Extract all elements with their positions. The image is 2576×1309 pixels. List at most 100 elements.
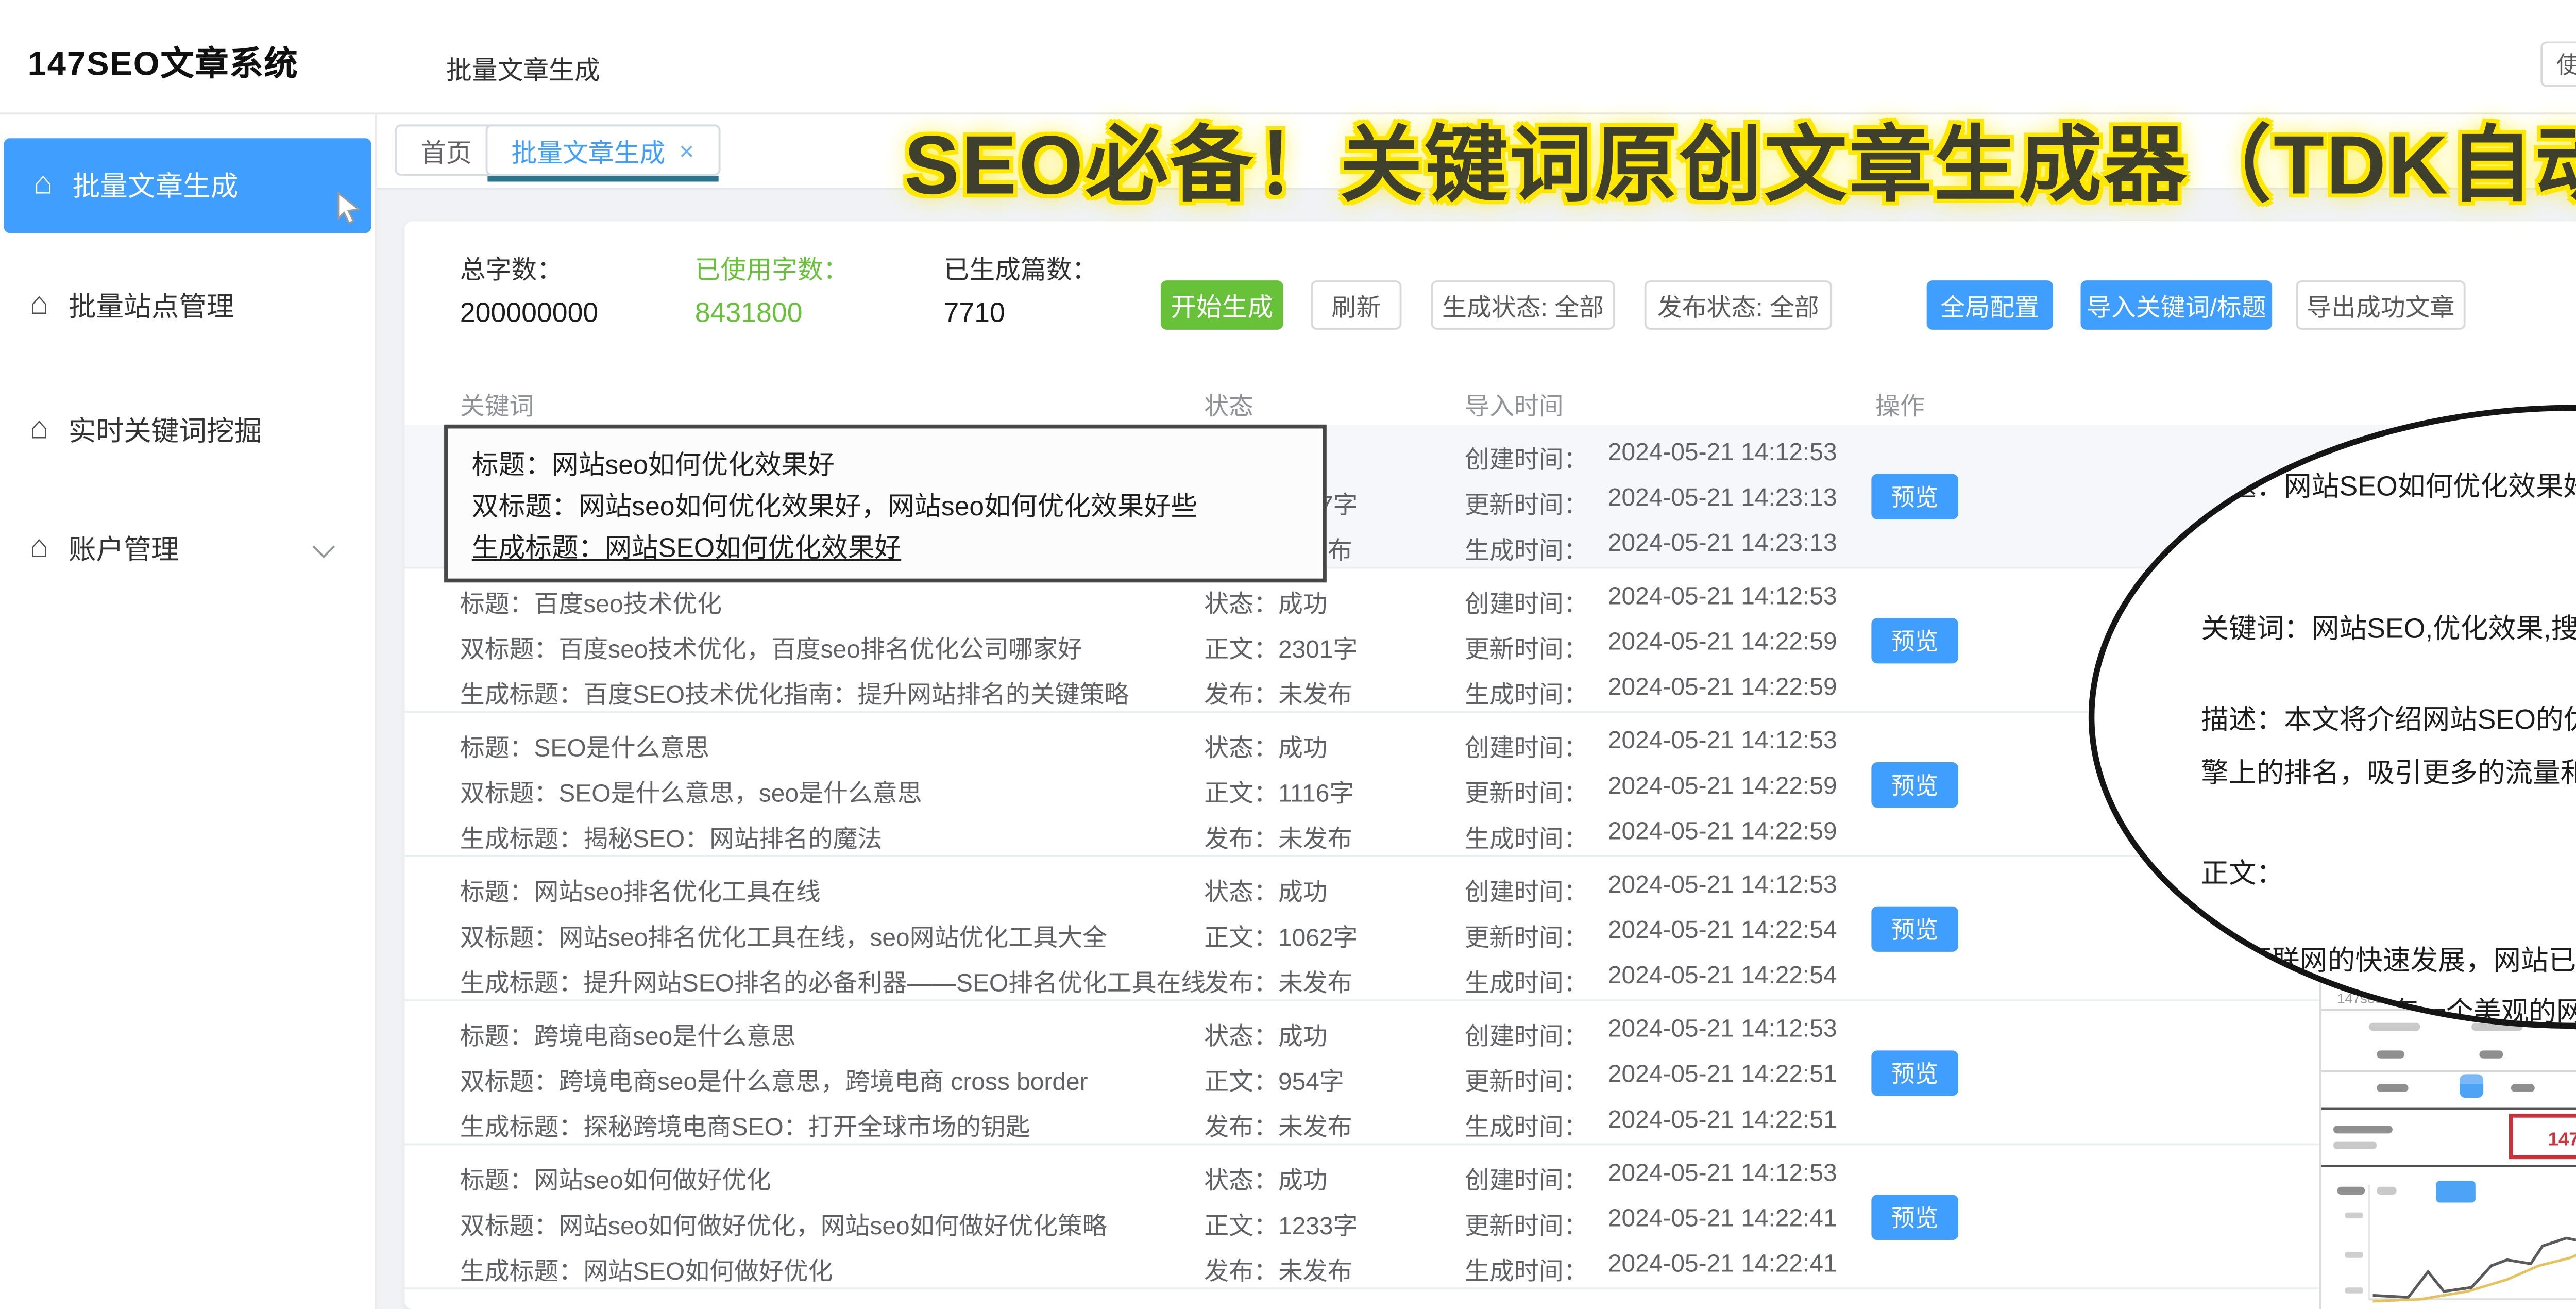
used-words-label: 已使用字数：: [695, 249, 849, 287]
generated-time-label: 生成时间：: [1465, 1106, 1588, 1144]
sidebar-item-keyword-mining[interactable]: ⌂ 实时关键词挖掘: [0, 391, 375, 470]
row-generated-title: 生成标题：探秘跨境电商SEO：打开全球市场的钥匙: [460, 1106, 1030, 1144]
row-publish-status: 发布：未发布: [1204, 674, 1352, 711]
keyword-tooltip: 标题：网站seo如何优化效果好 双标题：网站seo如何优化效果好，网站seo如何…: [444, 425, 1327, 583]
sidebar-item-label: 账户管理: [69, 529, 179, 569]
generated-time-value: 2024-05-21 14:22:41: [1608, 1250, 1837, 1287]
row-double-title: 双标题：跨境电商seo是什么意思，跨境电商 cross border: [460, 1061, 1088, 1098]
sidebar-item-batch-article[interactable]: ⌂ 批量文章生成: [4, 138, 371, 233]
sidebar-item-label: 批量站点管理: [69, 287, 234, 326]
preview-button[interactable]: 预览: [1871, 907, 1958, 952]
generated-time-label: 生成时间：: [1465, 1250, 1588, 1287]
breadcrumb: 批量文章生成: [446, 49, 600, 87]
row-title: 标题：SEO是什么意思: [460, 727, 709, 764]
created-time-value: 2024-05-21 14:12:53: [1608, 1159, 1837, 1197]
generated-time-label: 生成时间：: [1465, 962, 1588, 999]
row-status: 状态：成功: [1204, 871, 1328, 909]
row-generated-title: 生成标题：百度SEO技术优化指南：提升网站排名的关键策略: [460, 674, 1129, 711]
row-word-count: 正文：1116字: [1204, 772, 1354, 810]
updated-time-value: 2024-05-21 14:22:51: [1608, 1061, 1837, 1098]
bubble-keywords: 关键词：网站SEO,优化效果,搜索引擎排名,流量,用户: [2201, 608, 2576, 648]
global-config-button[interactable]: 全局配置: [1927, 280, 2053, 330]
active-tab-indicator: [487, 176, 718, 181]
row-double-title: 双标题：网站seo排名优化工具在线，seo网站优化工具大全: [460, 916, 1107, 954]
preview-button[interactable]: 预览: [1871, 1050, 1958, 1096]
updated-time-value: 2024-05-21 14:22:54: [1608, 916, 1837, 954]
row-generated-title: 生成标题：揭秘SEO：网站排名的魔法: [460, 817, 883, 855]
generated-time-label: 生成时间：: [1465, 674, 1588, 711]
updated-time-label: 更新时间：: [1465, 1204, 1588, 1242]
generated-time-value: 2024-05-21 14:22:59: [1608, 674, 1837, 711]
case-study-screenshot: 147seo官网数据 147SEO官网案例，收录和排名稳定上升: [2319, 981, 2576, 1309]
tab-batch-article[interactable]: 批量文章生成 ×: [486, 124, 720, 176]
sidebar-item-label: 批量文章生成: [73, 166, 239, 206]
start-generate-button[interactable]: 开始生成: [1161, 280, 1283, 330]
used-words-value: 8431800: [695, 296, 803, 328]
tab-label: 批量文章生成: [511, 131, 665, 169]
export-success-button[interactable]: 导出成功文章: [2296, 280, 2466, 330]
row-publish-status: 发布：未发布: [1204, 1106, 1352, 1144]
row-status: 状态：成功: [1204, 582, 1328, 620]
generate-status-select[interactable]: 生成状态: 全部: [1431, 280, 1615, 330]
row-title: 标题：网站seo排名优化工具在线: [460, 871, 821, 909]
created-time-value: 2024-05-21 14:12:53: [1608, 439, 1837, 476]
sidebar-item-label: 实时关键词挖掘: [69, 411, 262, 450]
tooltip-double-title: 双标题：网站seo如何优化效果好，网站seo如何优化效果好些: [472, 486, 1323, 527]
updated-time-value: 2024-05-21 14:22:41: [1608, 1204, 1837, 1242]
tutorial-button[interactable]: 使用教程: [2540, 41, 2576, 87]
total-words-label: 总字数：: [460, 249, 563, 287]
table-row[interactable]: 标题：网站seo如何做好优化 双标题：网站seo如何做好优化，网站seo如何做好…: [404, 1145, 2576, 1289]
bubble-body-label: 正文：: [2201, 853, 2284, 893]
home-icon: ⌂: [29, 533, 48, 565]
preview-button[interactable]: 预览: [1871, 762, 1958, 808]
preview-button[interactable]: 预览: [1871, 1195, 1958, 1240]
row-title: 标题：跨境电商seo是什么意思: [460, 1015, 796, 1052]
preview-button[interactable]: 预览: [1871, 618, 1958, 663]
created-time-value: 2024-05-21 14:12:53: [1608, 727, 1837, 764]
created-time-label: 创建时间：: [1465, 727, 1588, 764]
row-double-title: 双标题：网站seo如何做好优化，网站seo如何做好优化策略: [460, 1204, 1107, 1242]
total-words-value: 200000000: [460, 296, 599, 328]
publish-status-select[interactable]: 发布状态: 全部: [1645, 280, 1832, 330]
generated-count-value: 7710: [944, 296, 1005, 328]
tab-label: 首页: [420, 131, 472, 169]
generated-count-label: 已生成篇数：: [944, 249, 1098, 287]
tooltip-generated-title: 生成标题：网站SEO如何优化效果好: [472, 527, 1323, 568]
row-word-count: 正文：954字: [1204, 1061, 1344, 1098]
sidebar-item-account[interactable]: ⌂ 账户管理: [0, 510, 375, 589]
row-double-title: 双标题：百度seo技术优化，百度seo排名优化公司哪家好: [460, 628, 1082, 665]
home-icon: ⌂: [29, 415, 48, 446]
preview-button[interactable]: 预览: [1871, 474, 1958, 519]
col-header-import-time: 导入时间: [1465, 385, 1564, 423]
import-keywords-button[interactable]: 导入关键词/标题: [2081, 280, 2273, 330]
generated-time-value: 2024-05-21 14:22:54: [1608, 962, 1837, 999]
chevron-down-icon: [313, 536, 335, 558]
created-time-value: 2024-05-21 14:12:53: [1608, 582, 1837, 620]
refresh-button[interactable]: 刷新: [1311, 280, 1401, 330]
row-word-count: 正文：2301字: [1204, 628, 1358, 665]
updated-time-value: 2024-05-21 14:23:13: [1608, 484, 1837, 522]
created-time-label: 创建时间：: [1465, 1015, 1588, 1052]
bar-chart-icon: [2460, 1074, 2483, 1098]
col-header-action: 操作: [1875, 385, 1925, 423]
row-publish-status: 发布：未发布: [1204, 1250, 1352, 1287]
sidebar-item-batch-site[interactable]: ⌂ 批量站点管理: [0, 266, 375, 345]
table-row[interactable]: 标题：跨境电商seo是什么意思 双标题：跨境电商seo是什么意思，跨境电商 cr…: [404, 1001, 2576, 1146]
generated-time-label: 生成时间：: [1465, 817, 1588, 855]
created-time-label: 创建时间：: [1465, 582, 1588, 620]
sidebar: ⌂ 批量文章生成 ⌂ 批量站点管理 ⌂ 实时关键词挖掘 ⌂ 账户管理: [0, 112, 377, 1309]
generated-time-value: 2024-05-21 14:22:59: [1608, 817, 1837, 855]
updated-time-value: 2024-05-21 14:22:59: [1608, 772, 1837, 810]
updated-time-label: 更新时间：: [1465, 484, 1588, 522]
row-word-count: 正文：1062字: [1204, 916, 1358, 954]
generated-time-value: 2024-05-21 14:23:13: [1608, 529, 1837, 567]
tab-home[interactable]: 首页: [395, 124, 497, 176]
close-icon[interactable]: ×: [679, 137, 694, 163]
trend-line-chart: [2341, 1181, 2576, 1309]
row-title: 标题：百度seo技术优化: [460, 582, 722, 620]
col-header-keyword: 关键词: [460, 385, 534, 423]
bubble-title: 标题：网站SEO如何优化效果好: [2201, 466, 2576, 506]
updated-time-label: 更新时间：: [1465, 628, 1588, 665]
row-publish-status: 发布：未发布: [1204, 962, 1352, 999]
updated-time-label: 更新时间：: [1465, 916, 1588, 954]
